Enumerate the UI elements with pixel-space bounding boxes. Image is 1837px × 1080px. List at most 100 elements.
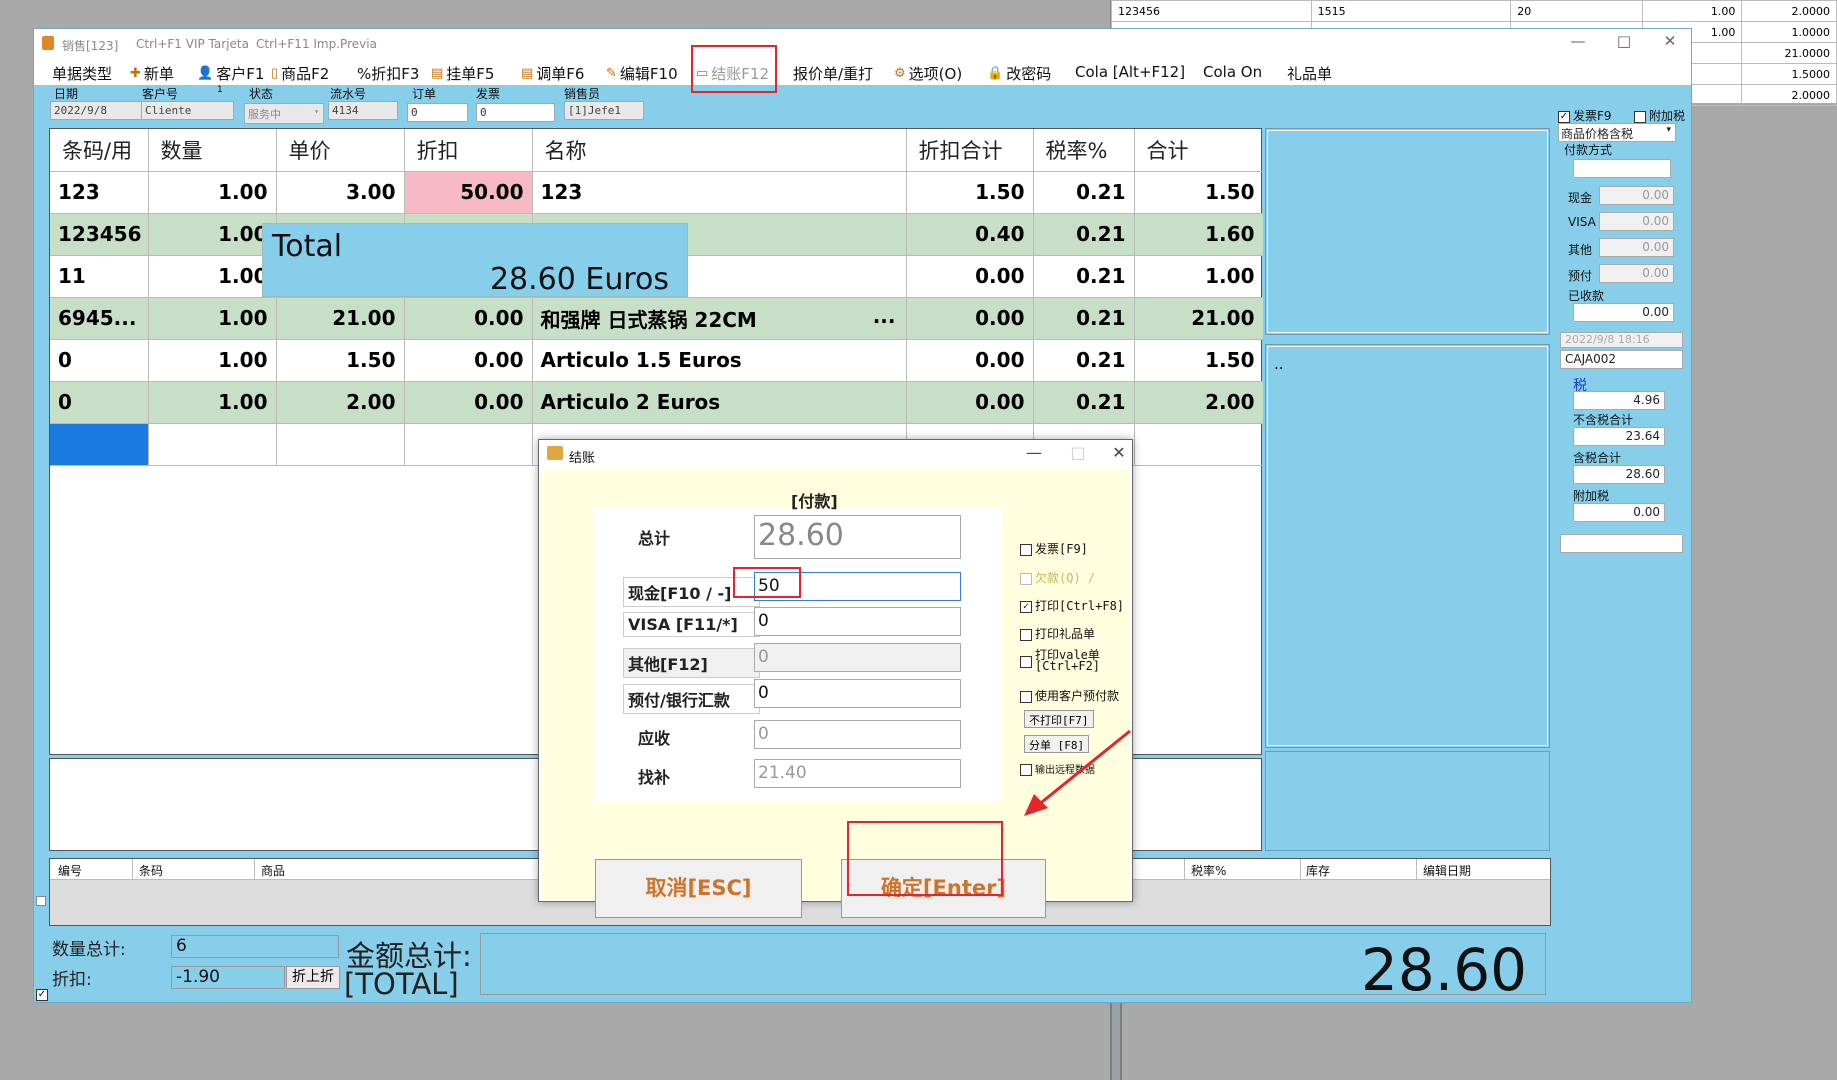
toolbar-item-2[interactable]: 👤 客户F1 bbox=[197, 63, 264, 84]
toolbar-item-9[interactable]: 报价单/重打 bbox=[793, 63, 873, 84]
table-cell[interactable]: 0.21 bbox=[1033, 213, 1135, 256]
toolbar-item-5[interactable]: ▤ 挂单F5 bbox=[431, 63, 494, 84]
column-header[interactable]: 折扣合计 bbox=[906, 129, 1034, 172]
table-cell[interactable]: 11 bbox=[50, 255, 149, 298]
column-header[interactable]: 单价 bbox=[276, 129, 405, 172]
toolbar-item-4[interactable]: %折扣F3 bbox=[357, 63, 419, 84]
table-row[interactable]: 6945... 1.00 21.00 0.00 和强牌 日式蒸锅 22CM... 0.00… bbox=[50, 297, 1264, 340]
table-cell[interactable]: 1.00 bbox=[148, 171, 277, 214]
opt-prepay-checkbox[interactable]: 使用客户预付款 bbox=[1020, 687, 1119, 704]
table-cell[interactable]: 1.50 bbox=[1134, 171, 1264, 214]
table-cell[interactable]: 1.00 bbox=[148, 297, 277, 340]
table-cell[interactable]: 0.00 bbox=[906, 297, 1034, 340]
table-cell[interactable]: 0.21 bbox=[1033, 297, 1135, 340]
table-cell[interactable]: 1.00 bbox=[148, 213, 277, 256]
column-header[interactable]: 名称 bbox=[532, 129, 907, 172]
toolbar-item-7[interactable]: ✎ 编辑F10 bbox=[606, 63, 678, 84]
status-select[interactable]: 服务中 ▾ bbox=[244, 103, 324, 124]
table-cell[interactable]: 1.00 bbox=[148, 339, 277, 382]
table-cell[interactable] bbox=[276, 423, 405, 466]
table-row[interactable]: 0 1.00 2.00 0.00 Articulo 2 Euros 0.00 0.21 2.0… bbox=[50, 381, 1264, 424]
minimize-icon[interactable]: — bbox=[1558, 32, 1598, 50]
table-cell[interactable]: 0.21 bbox=[1033, 255, 1135, 298]
table-cell[interactable]: 1.50 bbox=[276, 339, 405, 382]
column-header[interactable]: 税率% bbox=[1033, 129, 1135, 172]
table-cell[interactable]: 2.00 bbox=[1134, 381, 1264, 424]
opt-print-checkbox[interactable]: ✓ 打印[Ctrl+F8] bbox=[1020, 597, 1124, 614]
table-row[interactable]: 123 1.00 3.00 50.00 123 1.50 0.21 1.50 bbox=[50, 171, 1264, 214]
invoice-checkbox[interactable]: ✓ 发票F9 bbox=[1558, 107, 1612, 124]
column-header[interactable]: 条码/用 bbox=[50, 129, 149, 172]
table-cell[interactable]: 6945... bbox=[50, 297, 149, 340]
price-mode-select[interactable]: 商品价格含税 ▾ bbox=[1558, 123, 1676, 142]
table-row[interactable]: 0 1.00 1.50 0.00 Articulo 1.5 Euros 0.00 0.21 1… bbox=[50, 339, 1264, 382]
order-field[interactable]: 0 bbox=[407, 103, 468, 122]
table-cell[interactable]: 0.21 bbox=[1033, 171, 1135, 214]
pay-method-field[interactable] bbox=[1573, 159, 1671, 178]
dialog-minimize-icon[interactable]: — bbox=[1019, 443, 1049, 462]
lookup-column-header[interactable]: 库存 bbox=[1306, 862, 1330, 879]
table-cell[interactable]: Articulo 1.5 Euros bbox=[532, 339, 907, 382]
table-cell[interactable]: 1.50 bbox=[906, 171, 1034, 214]
table-cell[interactable]: 2.00 bbox=[276, 381, 405, 424]
table-cell[interactable]: 0.21 bbox=[1033, 381, 1135, 424]
no-print-button[interactable]: 不打印[F7] bbox=[1024, 710, 1094, 728]
seller-field[interactable]: [1]Jefe1 bbox=[564, 101, 644, 120]
extra-tax-checkbox[interactable]: 附加税 bbox=[1634, 107, 1685, 124]
table-cell[interactable]: 1.60 bbox=[1134, 213, 1264, 256]
cancel-button[interactable]: 取消[ESC] bbox=[595, 859, 802, 918]
table-cell[interactable]: Articulo 2 Euros bbox=[532, 381, 907, 424]
close-icon[interactable]: ✕ bbox=[1650, 32, 1690, 50]
table-cell[interactable]: 0.00 bbox=[906, 381, 1034, 424]
discount-on-discount-button[interactable]: 折上折 bbox=[286, 966, 340, 989]
toolbar-item-3[interactable]: ▯ 商品F2 bbox=[271, 63, 329, 84]
table-cell[interactable]: 3.00 bbox=[276, 171, 405, 214]
table-cell[interactable]: 1.00 bbox=[1134, 255, 1264, 298]
table-cell[interactable]: 1.00 bbox=[148, 255, 277, 298]
table-cell[interactable]: 0.21 bbox=[1033, 339, 1135, 382]
table-cell[interactable]: 0.00 bbox=[404, 297, 533, 340]
table-cell[interactable]: 1.50 bbox=[1134, 339, 1264, 382]
invoice-field[interactable]: 0 bbox=[476, 103, 555, 122]
table-cell[interactable]: 0 bbox=[50, 339, 149, 382]
table-cell[interactable] bbox=[50, 423, 149, 466]
table-cell[interactable]: 和强牌 日式蒸锅 22CM... bbox=[532, 297, 907, 340]
table-cell[interactable]: 0.00 bbox=[404, 339, 533, 382]
table-cell[interactable]: 123 bbox=[50, 171, 149, 214]
maximize-icon[interactable]: □ bbox=[1604, 32, 1644, 50]
table-cell[interactable]: 0.00 bbox=[404, 381, 533, 424]
table-cell[interactable]: 0.00 bbox=[906, 255, 1034, 298]
column-header[interactable]: 合计 bbox=[1134, 129, 1264, 172]
column-header[interactable]: 折扣 bbox=[404, 129, 533, 172]
lookup-column-header[interactable]: 编辑日期 bbox=[1423, 862, 1471, 879]
lookup-column-header[interactable]: 税率% bbox=[1191, 862, 1226, 879]
table-cell[interactable]: 50.00 bbox=[404, 171, 533, 214]
table-cell[interactable] bbox=[148, 423, 277, 466]
table-cell[interactable] bbox=[1134, 423, 1264, 466]
column-header[interactable]: 数量 bbox=[148, 129, 277, 172]
toolbar-item-14[interactable]: 礼品单 bbox=[1287, 63, 1332, 84]
toolbar-item-1[interactable]: ✚ 新单 bbox=[130, 63, 174, 84]
opt-invoice-checkbox[interactable]: 发票[F9] bbox=[1020, 540, 1088, 557]
table-cell[interactable]: 1.00 bbox=[148, 381, 277, 424]
customer-field[interactable]: Cliente bbox=[141, 101, 234, 120]
checkbox-checked-icon[interactable]: ✓ bbox=[36, 989, 48, 1001]
toolbar-item-13[interactable]: Cola On bbox=[1203, 63, 1262, 81]
toolbar-item-0[interactable]: 单据类型 bbox=[52, 63, 112, 84]
table-cell[interactable]: 0.40 bbox=[906, 213, 1034, 256]
toolbar-item-12[interactable]: Cola [Alt+F12] bbox=[1075, 63, 1185, 81]
dialog-close-icon[interactable]: ✕ bbox=[1104, 443, 1134, 462]
toolbar-item-11[interactable]: 🔒 改密码 bbox=[987, 63, 1051, 84]
side-blank-field[interactable] bbox=[1560, 534, 1683, 553]
table-cell[interactable]: 21.00 bbox=[1134, 297, 1264, 340]
dlg-prepaid-input[interactable]: 0 bbox=[754, 679, 961, 708]
lookup-column-header[interactable]: 编号 bbox=[58, 862, 82, 879]
opt-vale-checkbox[interactable]: 打印vale单 [Ctrl+F2] bbox=[1020, 649, 1100, 672]
table-cell[interactable]: 0.00 bbox=[906, 339, 1034, 382]
table-cell[interactable]: 21.00 bbox=[276, 297, 405, 340]
opt-gift-checkbox[interactable]: 打印礼品单 bbox=[1020, 625, 1095, 642]
lookup-column-header[interactable]: 条码 bbox=[139, 862, 163, 879]
table-cell[interactable] bbox=[404, 423, 533, 466]
toolbar-item-10[interactable]: ⚙ 选项(O) bbox=[894, 63, 962, 84]
lookup-column-header[interactable]: 商品 bbox=[261, 862, 285, 879]
